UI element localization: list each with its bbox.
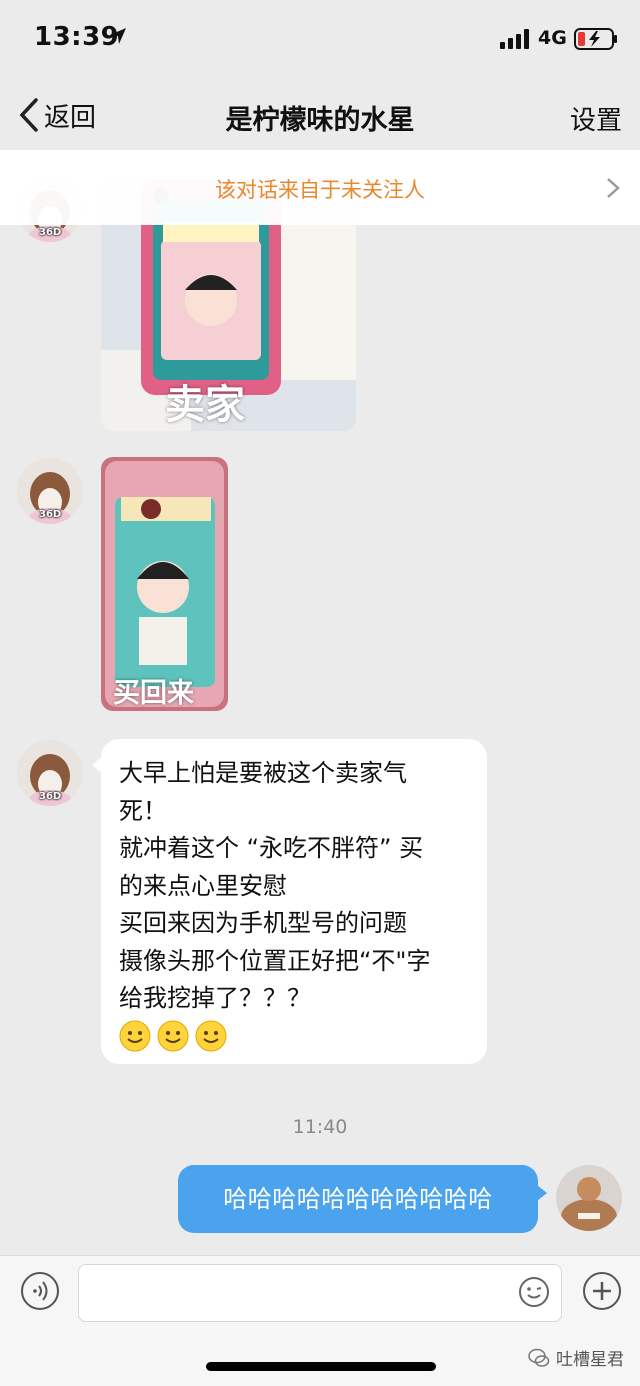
photo-caption-seller: 卖家 [165,382,245,428]
message-line: 死！ [119,796,167,825]
my-avatar[interactable] [556,1165,622,1231]
avatar-badge: 36D [39,509,62,520]
photo-caption-bought: 买回来 [113,678,194,709]
settings-button[interactable]: 设置 [570,100,622,137]
message-line: 买回来因为手机型号的问题 [119,909,407,937]
message-line: 给我挖掉了？？？ [119,984,311,1012]
smile-emoji-icon [157,1020,189,1051]
message-line: 就冲着这个 “永吃不胖符” 买 [119,834,424,862]
smile-emoji-icon [195,1020,227,1051]
conversation-title: 是柠檬味的水星 [225,105,415,136]
navigation-bar: 返回 是柠檬味的水星 设置 [0,80,640,150]
message-line: 摄像头那个位置正好把“不"字 [119,946,431,975]
avatar-badge: 36D [39,791,62,802]
banner-text: 该对话来自于未关注人 [215,178,425,202]
bought-photo-message[interactable]: 买回来 [101,457,228,711]
home-indicator [206,1362,436,1371]
muscle-man-avatar-image [556,1165,622,1231]
message-line: 大早上怕是要被这个卖家气 [119,759,407,787]
emoji-picker-icon[interactable] [518,1276,550,1308]
battery-charging-icon [574,28,617,50]
smile-emoji-row [119,1020,471,1052]
incoming-text-bubble[interactable]: 大早上怕是要被这个卖家气 死！ 就冲着这个 “永吃不胖符” 买 的来点心里安慰 … [92,739,487,1064]
message-timestamp: 11:40 [292,1116,348,1138]
status-bar: 13:39 4G [0,0,640,80]
chevron-right-icon [607,178,620,198]
watermark-text: 吐槽星君 [556,1350,624,1370]
message-input[interactable] [78,1264,562,1322]
sender-avatar[interactable]: 36D [17,458,83,524]
sender-avatar[interactable]: 36D [17,740,83,806]
watermark: 吐槽星君 [528,1345,624,1370]
message-line: 的来点心里安慰 [119,871,287,900]
outgoing-text-bubble[interactable]: 哈哈哈哈哈哈哈哈哈哈哈 [178,1165,547,1233]
voice-input-icon[interactable] [20,1271,60,1311]
add-attachment-icon[interactable] [582,1271,622,1311]
status-time: 13:39 [34,22,120,52]
avatar-badge: 36D [39,227,62,238]
unfollowed-notice-banner[interactable]: 该对话来自于未关注人 [0,150,640,225]
signal-icon [500,29,529,49]
network-type: 4G [538,27,567,49]
smile-emoji-icon [119,1020,151,1051]
wechat-icon [528,1348,550,1367]
location-arrow-icon [110,28,126,44]
